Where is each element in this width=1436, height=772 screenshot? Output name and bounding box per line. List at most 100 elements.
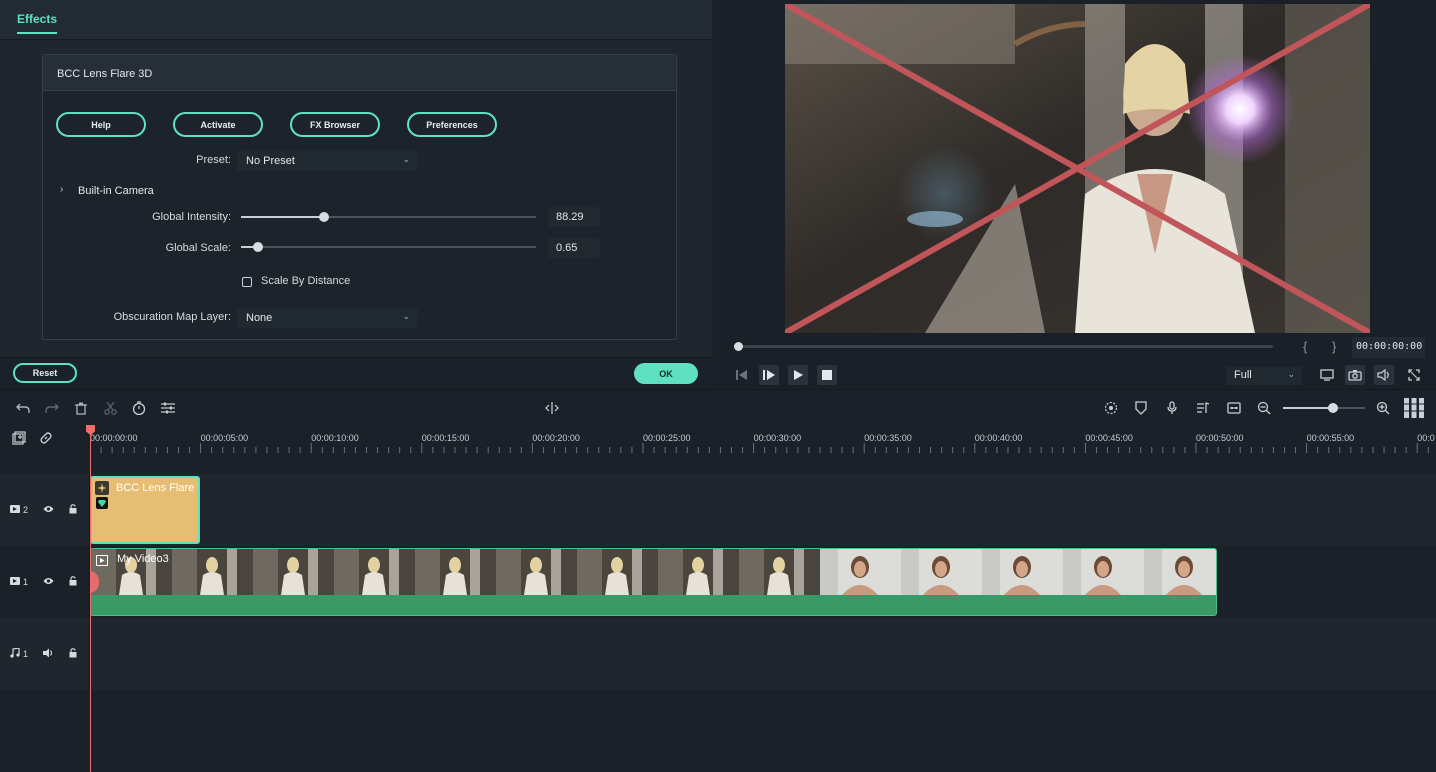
effect-sparkle-icon <box>95 481 109 495</box>
video-clip-label: My Video3 <box>117 553 169 565</box>
render-preview-icon[interactable] <box>1102 399 1120 417</box>
chevron-down-icon: ⌄ <box>402 311 410 321</box>
scissors-icon[interactable] <box>101 399 119 417</box>
preset-label: Preset: <box>196 154 231 166</box>
timeline-zoom-slider[interactable] <box>1283 403 1365 413</box>
scale-by-distance-checkbox[interactable] <box>242 277 252 287</box>
snapshot-camera-icon[interactable] <box>1345 365 1365 385</box>
clip-audio-waveform <box>91 595 1216 615</box>
volume-icon[interactable] <box>1374 365 1394 385</box>
clip-thumbnail <box>496 549 577 595</box>
playback-scrubber[interactable] <box>734 342 1273 351</box>
marker-shield-icon[interactable] <box>1132 399 1150 417</box>
monitor-icon[interactable] <box>1317 365 1337 385</box>
slider-thumb[interactable] <box>319 212 329 222</box>
plugin-title: BCC Lens Flare 3D <box>43 55 676 91</box>
timecode-display: 00:00:00:00 <box>1352 337 1425 358</box>
mark-out-button[interactable]: } <box>1332 339 1336 354</box>
ruler-tick-label: 00:00:30:00 <box>753 433 802 443</box>
lock-icon[interactable] <box>69 576 77 588</box>
scrubber-handle[interactable] <box>734 342 743 351</box>
track-number: 1 <box>23 649 29 659</box>
clip-thumbnail <box>1144 549 1216 595</box>
delete-trash-icon[interactable] <box>72 399 90 417</box>
music-note-icon <box>10 647 20 660</box>
preview-image <box>785 4 1370 333</box>
global-intensity-value[interactable]: 88.29 <box>548 207 600 227</box>
section-label: Built-in Camera <box>78 185 154 197</box>
subtitle-icon[interactable] <box>1225 399 1243 417</box>
ruler-tick-label: 00:00:40:00 <box>974 433 1023 443</box>
tab-effects[interactable]: Effects <box>17 12 58 34</box>
fx-browser-button[interactable]: FX Browser <box>290 112 380 137</box>
ruler-tick-label: 00:0 <box>1417 433 1435 443</box>
track-header: 1 <box>0 546 90 618</box>
ruler-tick-label: 00:00:15:00 <box>421 433 470 443</box>
adjust-sliders-icon[interactable] <box>159 399 177 417</box>
grid-view-icon[interactable] <box>1403 397 1425 419</box>
zoom-fill <box>1283 407 1333 409</box>
clip-thumbnail <box>253 549 334 595</box>
undo-icon[interactable] <box>14 399 32 417</box>
audio-mixer-icon[interactable] <box>1194 399 1212 417</box>
speaker-icon[interactable] <box>43 648 54 660</box>
ruler-tick-label: 00:00:50:00 <box>1196 433 1244 443</box>
mark-in-button[interactable]: { <box>1303 339 1307 354</box>
zoom-in-icon[interactable] <box>1374 399 1392 417</box>
clip-thumbnail <box>658 549 739 595</box>
global-scale-value[interactable]: 0.65 <box>548 238 600 258</box>
video-preview[interactable] <box>785 4 1370 333</box>
lock-icon[interactable] <box>69 504 77 516</box>
preset-dropdown[interactable]: No Preset ⌄ <box>237 151 418 171</box>
clip-thumbnail <box>739 549 820 595</box>
time-ruler[interactable]: 00:00:00:00 00:00:05:00 00:00:10:00 00:00:1… <box>90 425 1436 453</box>
clip-thumbnail <box>820 549 901 595</box>
gem-badge-icon <box>96 497 108 509</box>
built-in-camera-toggle[interactable]: › Built-in Camera <box>60 184 180 198</box>
zoom-out-icon[interactable] <box>1255 399 1273 417</box>
video-clip[interactable]: My Video3 <box>90 548 1217 616</box>
clip-thumbnail <box>982 549 1063 595</box>
obscuration-dropdown[interactable]: None ⌄ <box>237 308 418 328</box>
clip-thumbnail <box>901 549 982 595</box>
help-button[interactable]: Help <box>56 112 146 137</box>
eye-icon[interactable] <box>43 505 54 515</box>
eye-icon[interactable] <box>43 577 54 587</box>
global-intensity-slider[interactable] <box>241 212 536 222</box>
activate-button[interactable]: Activate <box>173 112 263 137</box>
reset-button[interactable]: Reset <box>13 363 77 383</box>
step-back-icon[interactable] <box>732 365 752 385</box>
lock-icon[interactable] <box>69 648 77 660</box>
ruler-tick-label: 00:00:25:00 <box>643 433 691 443</box>
global-intensity-label: Global Intensity: <box>152 211 231 223</box>
clip-thumbnail <box>334 549 415 595</box>
obscuration-value: None <box>246 312 273 324</box>
ruler-tick-label: 00:00:00:00 <box>90 433 138 443</box>
stop-icon[interactable] <box>817 365 837 385</box>
preferences-button[interactable]: Preferences <box>407 112 497 137</box>
redo-icon[interactable] <box>43 399 61 417</box>
global-scale-slider[interactable] <box>241 242 536 252</box>
track-audio-1: 1 <box>0 618 1436 690</box>
fullscreen-icon[interactable] <box>1404 365 1424 385</box>
add-track-icon[interactable] <box>10 429 28 447</box>
quality-value: Full <box>1234 369 1252 381</box>
speed-timer-icon[interactable] <box>130 399 148 417</box>
link-icon[interactable] <box>37 429 55 447</box>
microphone-icon[interactable] <box>1163 399 1181 417</box>
play-pause-frame-icon[interactable] <box>759 365 779 385</box>
clip-thumbnail <box>172 549 253 595</box>
playhead[interactable] <box>90 425 91 772</box>
ruler-tick-label: 00:00:35:00 <box>864 433 912 443</box>
slider-thumb[interactable] <box>253 242 263 252</box>
ok-button[interactable]: OK <box>634 363 698 384</box>
effect-clip[interactable]: BCC Lens Flare <box>90 476 200 544</box>
timeline: 00:00:00:00 00:00:05:00 00:00:10:00 00:00:1… <box>0 425 1436 772</box>
play-icon[interactable] <box>788 365 808 385</box>
ruler-tick-label: 00:00:20:00 <box>532 433 580 443</box>
zoom-thumb[interactable] <box>1328 403 1338 413</box>
chevron-down-icon: ⌄ <box>402 154 410 164</box>
panel-resize-handle-icon[interactable] <box>543 399 561 417</box>
effects-footer: Reset OK <box>0 357 712 388</box>
quality-dropdown[interactable]: Full ⌄ <box>1226 367 1302 385</box>
